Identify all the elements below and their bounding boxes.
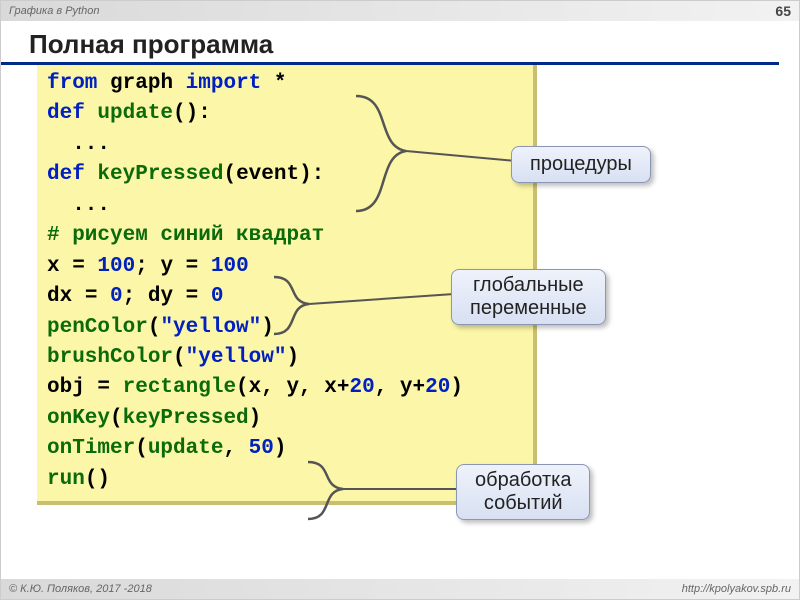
callout-events-line2: событий xyxy=(484,492,563,514)
callout-procedures-label: процедуры xyxy=(530,153,632,175)
callout-events-line1: обработка xyxy=(475,469,571,491)
var-x: x xyxy=(47,255,60,278)
footer-right: http://kpolyakov.spb.ru xyxy=(682,583,791,595)
var-obj: obj xyxy=(47,376,85,399)
page-title: Полная программа xyxy=(1,21,779,65)
mod-graph: graph xyxy=(110,72,173,95)
fn-rectangle: rectangle xyxy=(123,376,236,399)
brace-globals xyxy=(269,274,459,344)
footer-left: © К.Ю. Поляков, 2017 -2018 xyxy=(9,583,152,595)
ellipsis-1: ... xyxy=(47,133,110,156)
header-bar: Графика в Python 65 xyxy=(1,1,799,21)
fn-ontimer: onTimer xyxy=(47,437,135,460)
callout-globals-line1: глобальные xyxy=(473,274,584,296)
header-left: Графика в Python xyxy=(9,5,99,17)
fn-brushcolor: brushColor xyxy=(47,346,173,369)
ellipsis-2: ... xyxy=(47,194,110,217)
fn-onkey: onKey xyxy=(47,407,110,430)
sig-update: (): xyxy=(173,102,211,125)
page-number: 65 xyxy=(775,3,791,19)
fn-keypressed: keyPressed xyxy=(97,163,223,186)
star: * xyxy=(274,72,287,95)
str-yellow: "yellow" xyxy=(160,316,261,339)
kw-from: from xyxy=(47,72,97,95)
brace-events xyxy=(303,459,463,529)
kw-def2: def xyxy=(47,163,85,186)
brace-procedures xyxy=(351,91,521,221)
comment: # рисуем синий квадрат xyxy=(47,224,324,247)
var-dx: dx xyxy=(47,285,72,308)
callout-events: обработка событий xyxy=(456,464,590,520)
var-y: y xyxy=(160,255,173,278)
fn-update: update xyxy=(97,102,173,125)
callout-globals: глобальные переменные xyxy=(451,269,606,325)
arg-event: event xyxy=(236,163,299,186)
num-100: 100 xyxy=(97,255,135,278)
footer-bar: © К.Ю. Поляков, 2017 -2018 http://kpolya… xyxy=(1,579,799,599)
callout-procedures: процедуры xyxy=(511,146,651,183)
fn-run: run xyxy=(47,468,85,491)
callout-globals-line2: переменные xyxy=(470,297,587,319)
kw-import: import xyxy=(186,72,262,95)
fn-pencolor: penColor xyxy=(47,316,148,339)
paren-l: ( xyxy=(223,163,236,186)
paren-r: ): xyxy=(299,163,324,186)
var-dy: dy xyxy=(148,285,173,308)
kw-def: def xyxy=(47,102,85,125)
